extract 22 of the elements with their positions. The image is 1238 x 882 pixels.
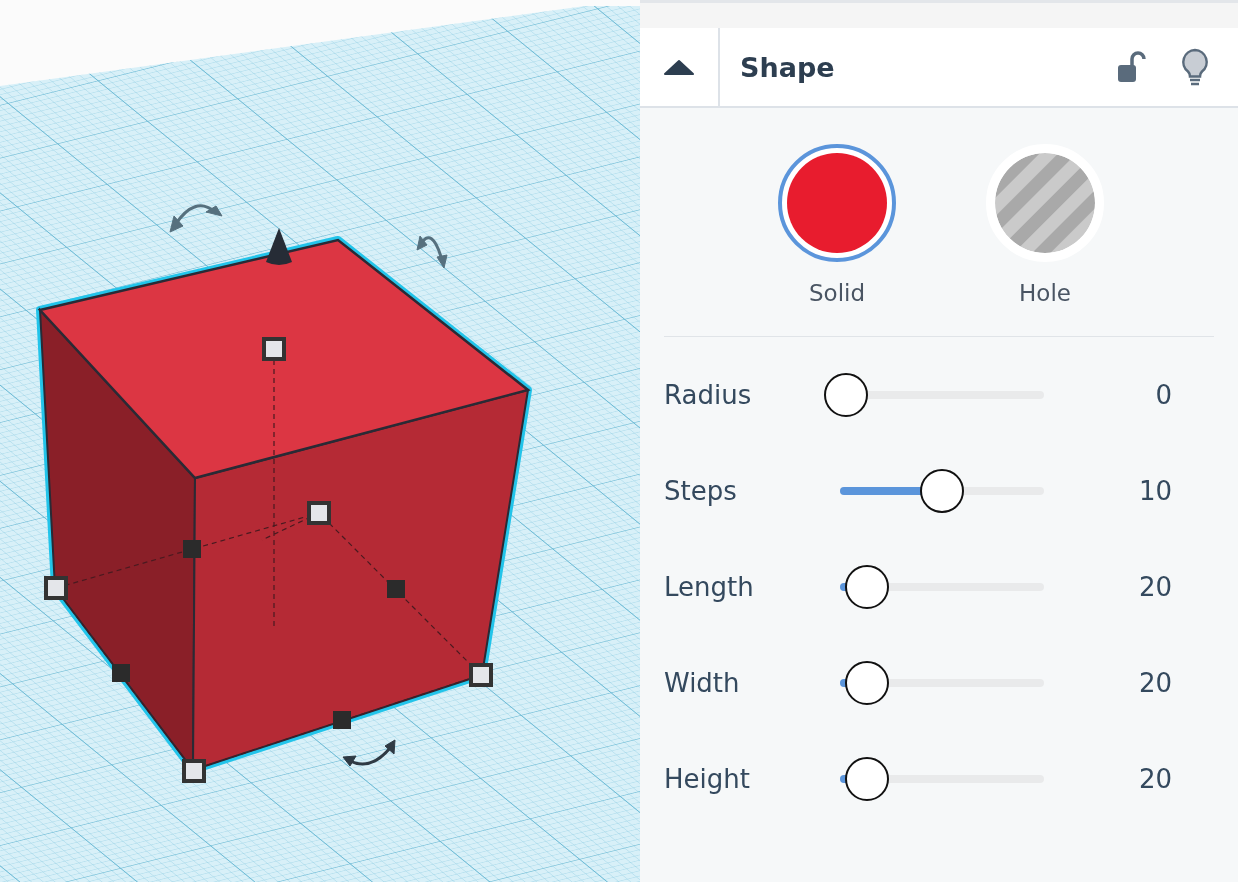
slider-thumb[interactable]	[824, 373, 869, 417]
parameter-value: 20	[1137, 572, 1172, 602]
parameter-value: 10	[1137, 476, 1172, 506]
parameter-value: 20	[1137, 764, 1172, 794]
parameter-label: Steps	[664, 476, 738, 506]
parameter-label: Height	[664, 764, 751, 794]
caret-up-icon	[663, 59, 695, 75]
parameter-label: Radius	[664, 380, 753, 410]
slider-thumb[interactable]	[920, 469, 964, 513]
hole-option[interactable]: Hole	[986, 144, 1104, 306]
selected-cube-drawing[interactable]	[36, 204, 532, 783]
lightbulb-icon	[1180, 47, 1210, 87]
unlocked-padlock-icon	[1116, 50, 1146, 84]
parameter-value: 20	[1137, 668, 1172, 698]
slider-thumb[interactable]	[844, 661, 889, 705]
parameter-value: 0	[1154, 380, 1172, 410]
solid-option[interactable]: Solid	[778, 144, 896, 306]
slider-thumb[interactable]	[844, 565, 889, 609]
panel-title: Shape	[739, 51, 836, 83]
slider-thumb[interactable]	[844, 757, 889, 801]
parameter-label: Length	[664, 572, 755, 602]
parameter-label: Width	[664, 668, 741, 698]
